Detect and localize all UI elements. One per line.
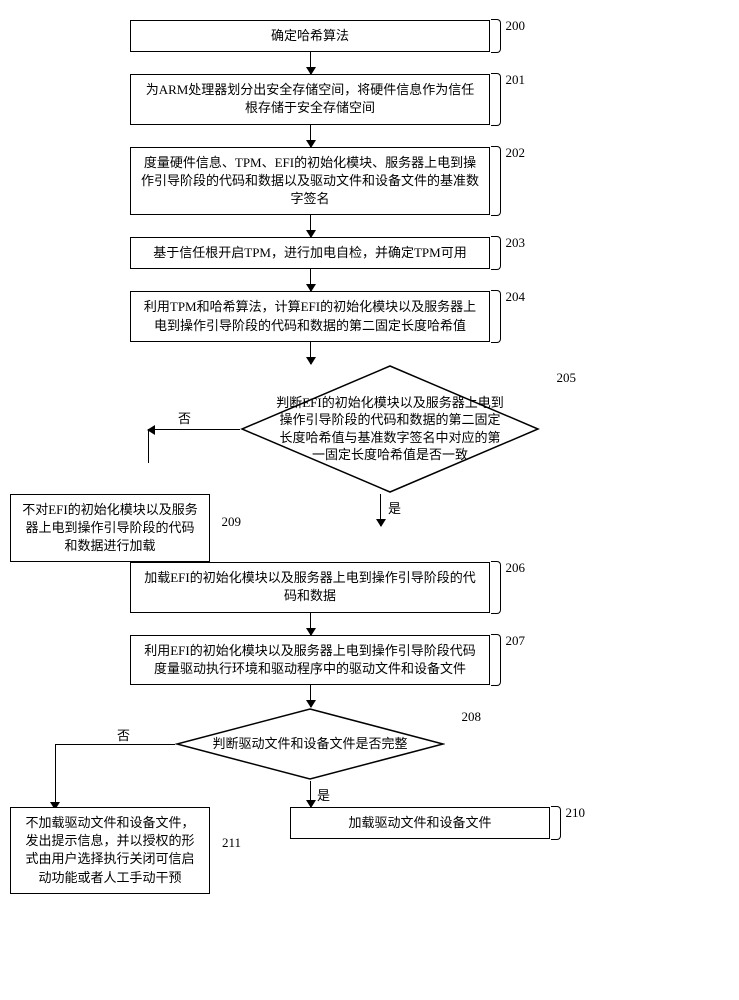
step-202-num: 202 — [506, 144, 526, 162]
brace-icon — [491, 290, 501, 342]
step-211-text: 不加载驱动文件和设备文件，发出提示信息，并以授权的形式由用户选择执行关闭可信启动… — [25, 815, 194, 885]
step-204-num: 204 — [506, 288, 526, 306]
step-209: 不对EFI的初始化模块以及服务器上电到操作引导阶段的代码和数据进行加载 209 — [10, 494, 210, 563]
arrow-down-icon — [310, 52, 311, 74]
step-207-num: 207 — [506, 632, 526, 650]
decision-208-text: 判断驱动文件和设备文件是否完整 — [212, 735, 407, 753]
connector-line — [55, 744, 175, 745]
connector-line — [55, 744, 56, 802]
connector-line — [148, 429, 240, 430]
step-203: 基于信任根开启TPM，进行加电自检，并确定TPM可用 203 — [130, 237, 490, 269]
label-no: 否 — [178, 408, 191, 427]
arrow-down-icon — [380, 494, 381, 526]
connector-line — [148, 429, 149, 463]
label-yes: 是 — [388, 498, 401, 517]
arrow-down-icon — [310, 125, 311, 147]
arrow-down-icon — [310, 781, 311, 807]
decision-205-num: 205 — [557, 370, 577, 386]
step-204-text: 利用TPM和哈希算法，计算EFI的初始化模块以及服务器上电到操作引导阶段的代码和… — [144, 299, 476, 332]
arrow-down-icon — [310, 215, 311, 237]
decision-208: 判断驱动文件和设备文件是否完整 208 否 是 — [175, 707, 445, 781]
step-211-num: 211 — [222, 834, 241, 852]
step-203-num: 203 — [506, 234, 526, 252]
flowchart-root: 确定哈希算法 200 为ARM处理器划分出安全存储空间，将硬件信息作为信任根存储… — [10, 20, 610, 894]
step-201-text: 为ARM处理器划分出安全存储空间，将硬件信息作为信任根存储于安全存储空间 — [146, 82, 475, 115]
step-210: 加载驱动文件和设备文件 210 — [290, 807, 550, 839]
brace-icon — [491, 73, 501, 125]
arrow-down-icon — [310, 269, 311, 291]
decision-208-num: 208 — [462, 709, 482, 725]
brace-icon — [491, 146, 501, 217]
step-206: 加载EFI的初始化模块以及服务器上电到操作引导阶段的代码和数据 206 — [130, 562, 490, 612]
step-200-num: 200 — [506, 17, 526, 35]
arrow-down-icon — [310, 613, 311, 635]
brace-icon — [491, 634, 501, 686]
step-200: 确定哈希算法 200 — [130, 20, 490, 52]
label-yes: 是 — [317, 785, 330, 804]
step-207-text: 利用EFI的初始化模块以及服务器上电到操作引导阶段代码度量驱动执行环境和驱动程序… — [144, 643, 476, 676]
step-206-num: 206 — [506, 559, 526, 577]
decision-205-text: 判断EFI的初始化模块以及服务器上电到操作引导阶段的代码和数据的第二固定长度哈希… — [276, 394, 504, 464]
step-207: 利用EFI的初始化模块以及服务器上电到操作引导阶段代码度量驱动执行环境和驱动程序… — [130, 635, 490, 685]
step-201-num: 201 — [506, 71, 526, 89]
brace-icon — [551, 806, 561, 840]
step-204: 利用TPM和哈希算法，计算EFI的初始化模块以及服务器上电到操作引导阶段的代码和… — [130, 291, 490, 341]
brace-icon — [491, 236, 501, 270]
brace-icon — [491, 19, 501, 53]
decision-205: 判断EFI的初始化模块以及服务器上电到操作引导阶段的代码和数据的第二固定长度哈希… — [240, 364, 540, 494]
step-209-text: 不对EFI的初始化模块以及服务器上电到操作引导阶段的代码和数据进行加载 — [22, 502, 198, 553]
arrow-down-icon — [310, 342, 311, 364]
step-202: 度量硬件信息、TPM、EFI的初始化模块、服务器上电到操作引导阶段的代码和数据以… — [130, 147, 490, 216]
step-201: 为ARM处理器划分出安全存储空间，将硬件信息作为信任根存储于安全存储空间 201 — [130, 74, 490, 124]
step-200-text: 确定哈希算法 — [271, 28, 349, 43]
step-203-text: 基于信任根开启TPM，进行加电自检，并确定TPM可用 — [153, 245, 466, 260]
label-no: 否 — [117, 725, 130, 744]
step-210-num: 210 — [566, 804, 586, 822]
arrow-down-icon — [310, 685, 311, 707]
step-202-text: 度量硬件信息、TPM、EFI的初始化模块、服务器上电到操作引导阶段的代码和数据以… — [141, 155, 479, 206]
brace-icon — [491, 561, 501, 613]
step-210-text: 加载驱动文件和设备文件 — [348, 815, 491, 830]
step-206-text: 加载EFI的初始化模块以及服务器上电到操作引导阶段的代码和数据 — [144, 570, 476, 603]
step-211: 不加载驱动文件和设备文件，发出提示信息，并以授权的形式由用户选择执行关闭可信启动… — [10, 807, 210, 894]
